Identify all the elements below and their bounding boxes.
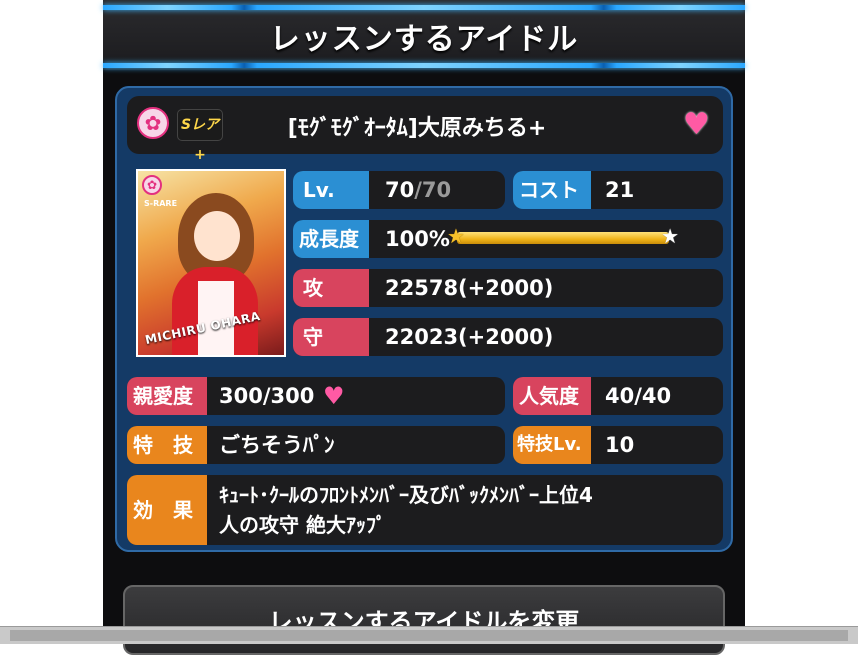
effect-label: 効 果 xyxy=(127,475,207,545)
popularity-row: 人気度 40/40 xyxy=(513,377,723,415)
skill-level-label: 特技Lv. xyxy=(513,426,591,464)
cost-label: コスト xyxy=(513,171,591,209)
growth-start-star-icon: ★ xyxy=(447,224,465,248)
level-value: 70/70 xyxy=(385,171,451,209)
affection-label: 親愛度 xyxy=(127,377,207,415)
portrait-face xyxy=(194,211,240,261)
idol-card-panel: ✿ Sレア+ [ﾓｸﾞﾓｸﾞｵｰﾀﾑ]大原みちる+ ♥ ✿ S-RARE MIC… xyxy=(115,86,733,552)
attack-label: 攻 xyxy=(293,269,369,307)
skill-row: 特 技 ごちそうﾊﾟﾝ xyxy=(127,426,505,464)
portrait-rank-label: S-RARE xyxy=(144,199,178,208)
growth-row: 成長度 100% ★ ★ xyxy=(293,220,723,258)
cost-row: コスト 21 xyxy=(513,171,723,209)
header-top-line xyxy=(103,5,745,10)
favorite-heart-icon[interactable]: ♥ xyxy=(683,110,710,140)
change-idol-button[interactable]: レッスンするアイドルを変更 xyxy=(123,585,725,655)
skill-label: 特 技 xyxy=(127,426,207,464)
popularity-value: 40/40 xyxy=(605,384,672,408)
portrait-attribute-icon: ✿ xyxy=(142,175,162,195)
defense-label: 守 xyxy=(293,318,369,356)
defense-row: 守 22023(+2000) xyxy=(293,318,723,356)
affection-row: 親愛度 300/300 ♥ xyxy=(127,377,505,415)
scrollbar-thumb[interactable] xyxy=(10,630,848,641)
cute-attribute-icon: ✿ xyxy=(137,107,169,139)
growth-progress-bar: ★ ★ xyxy=(447,226,679,246)
popularity-label: 人気度 xyxy=(513,377,591,415)
level-max: /70 xyxy=(414,178,452,202)
level-current: 70 xyxy=(385,178,415,202)
level-label: Lv. xyxy=(293,171,369,209)
affection-heart-icon: ♥ xyxy=(323,382,345,410)
skill-level-row: 特技Lv. 10 xyxy=(513,426,723,464)
card-name: [ﾓｸﾞﾓｸﾞｵｰﾀﾑ]大原みちる+ xyxy=(287,116,547,141)
card-name-bar: ✿ Sレア+ [ﾓｸﾞﾓｸﾞｵｰﾀﾑ]大原みちる+ ♥ xyxy=(127,96,723,163)
growth-label: 成長度 xyxy=(293,220,369,258)
skill-value: ごちそうﾊﾟﾝ xyxy=(219,433,335,457)
effect-row: 効 果 ｷｭｰﾄ･ｸｰﾙのﾌﾛﾝﾄﾒﾝﾊﾞｰ及びﾊﾞｯｸﾒﾝﾊﾞｰ上位4 人の攻… xyxy=(127,475,723,545)
defense-value: 22023(+2000) xyxy=(385,325,554,349)
affection-value: 300/300 xyxy=(219,384,315,408)
header-bottom-line xyxy=(103,63,745,68)
growth-end-star-icon: ★ xyxy=(661,224,679,248)
attack-value: 22578(+2000) xyxy=(385,276,554,300)
idol-portrait[interactable]: ✿ S-RARE MICHIRU OHARA xyxy=(136,169,286,357)
lesson-screen: レッスンするアイドル ✿ Sレア+ [ﾓｸﾞﾓｸﾞｵｰﾀﾑ]大原みちる+ ♥ ✿… xyxy=(103,0,745,655)
effect-text-line2: 人の攻守 絶大ｱｯﾌﾟ xyxy=(219,513,386,537)
header-banner: レッスンするアイドル xyxy=(103,0,745,70)
horizontal-scrollbar[interactable] xyxy=(0,626,858,644)
skill-level-value: 10 xyxy=(605,433,635,457)
cost-value: 21 xyxy=(605,178,635,202)
effect-text-line1: ｷｭｰﾄ･ｸｰﾙのﾌﾛﾝﾄﾒﾝﾊﾞｰ及びﾊﾞｯｸﾒﾝﾊﾞｰ上位4 xyxy=(219,483,593,507)
page-title: レッスンするアイドル xyxy=(269,22,579,57)
attack-row: 攻 22578(+2000) xyxy=(293,269,723,307)
rarity-badge: Sレア+ xyxy=(177,109,223,163)
growth-progress-fill xyxy=(457,232,669,244)
level-row: Lv. 70/70 xyxy=(293,171,505,209)
growth-value: 100% xyxy=(385,227,450,251)
